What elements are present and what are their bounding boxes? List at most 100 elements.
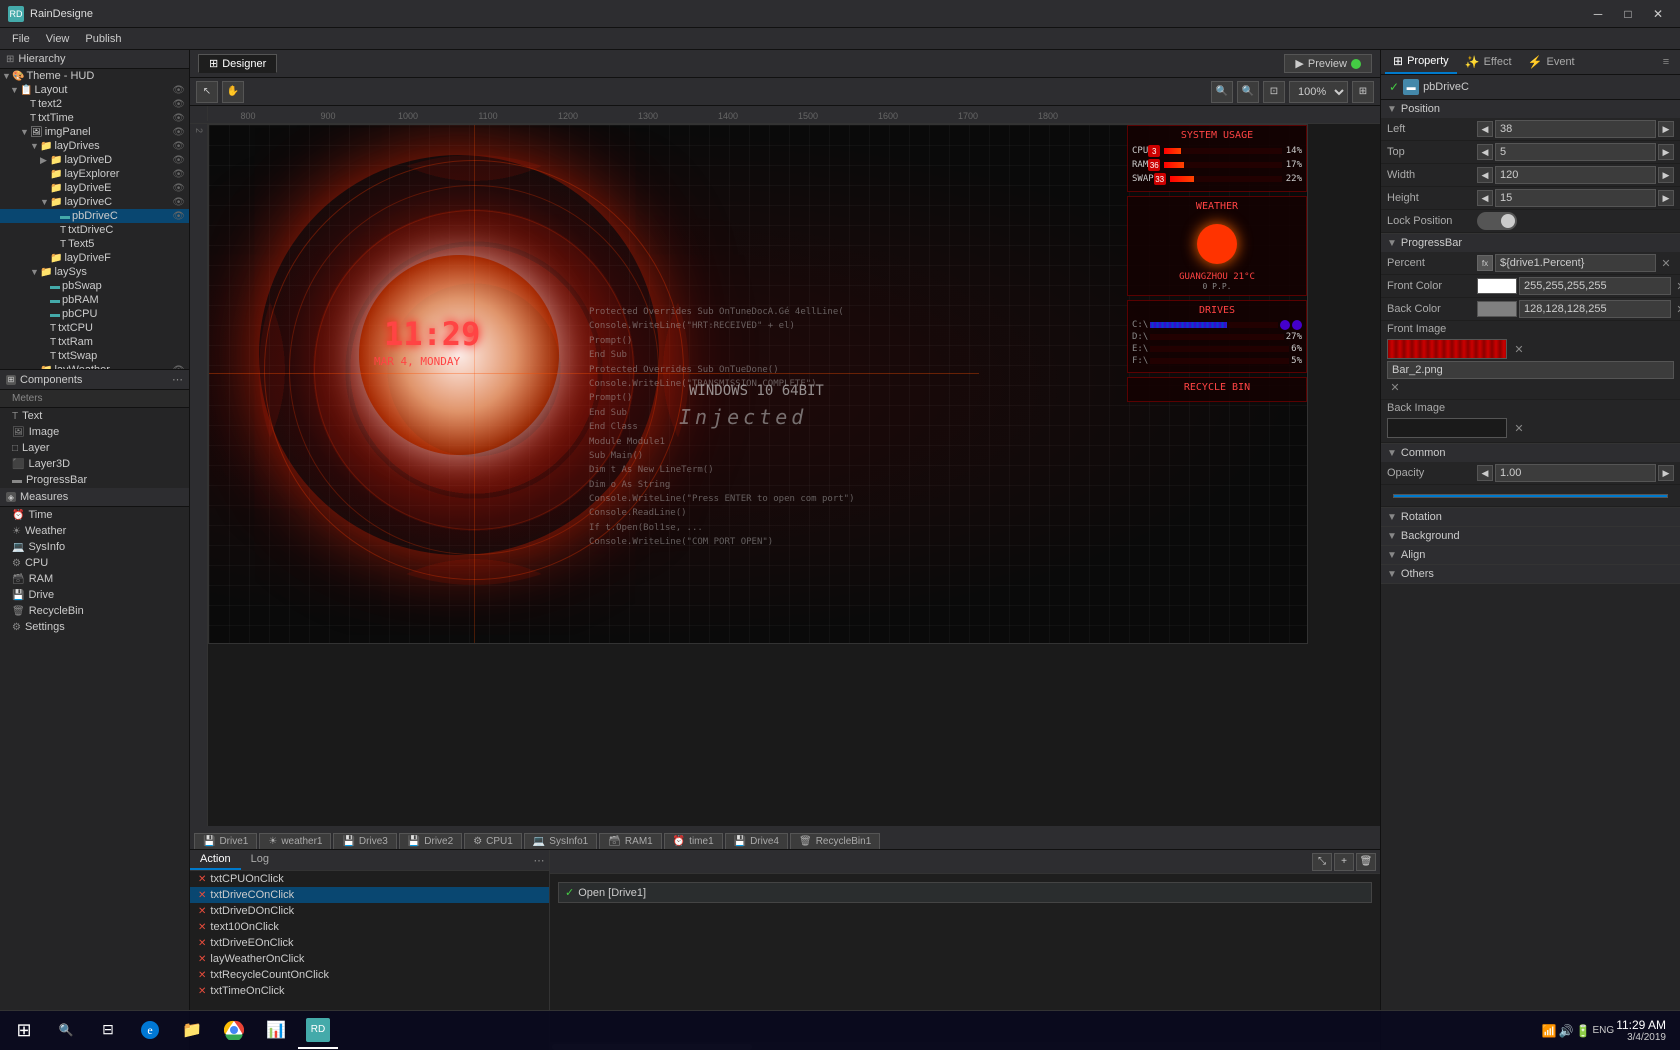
tree-laydrivec[interactable]: ▼ 📁 layDriveC 👁	[0, 195, 189, 209]
measure-cpu[interactable]: ⚙ CPU	[0, 555, 189, 571]
action-item-0[interactable]: ✕ txtCPUOnClick	[190, 871, 549, 887]
height-arrow-left[interactable]: ◀	[1477, 190, 1493, 206]
tree-pbcpu[interactable]: ▶ ▬ pbCPU	[0, 307, 189, 321]
taskbar-raindesigner[interactable]: RD	[298, 1013, 338, 1049]
zoom-in-btn[interactable]: 🔍	[1237, 81, 1259, 103]
tree-pbdrivec[interactable]: ▶ ▬ pbDriveC 👁	[0, 209, 189, 223]
file-tab-sysinfo1[interactable]: 💻 SysInfo1	[524, 833, 597, 849]
menu-dots[interactable]: ⋯	[172, 373, 183, 386]
meters-section-header[interactable]: Meters	[0, 390, 189, 408]
action-menu-btn[interactable]: ⋯	[529, 850, 549, 870]
action-item-2[interactable]: ✕ txtDriveDOnClick	[190, 903, 549, 919]
back-image-clear[interactable]: ✕	[1511, 420, 1527, 436]
action-tab-log[interactable]: Log	[241, 850, 279, 870]
show-desktop[interactable]	[1668, 1013, 1676, 1049]
action-item-1[interactable]: ✕ txtDriveCOnClick	[190, 887, 549, 903]
file-tab-ram1[interactable]: 🗃 RAM1	[599, 833, 662, 849]
eye-icon[interactable]: 👁	[172, 155, 185, 166]
back-color-input[interactable]	[1519, 300, 1671, 318]
add-btn[interactable]: +	[1334, 853, 1354, 871]
close-button[interactable]: ✕	[1644, 4, 1672, 24]
tree-laysys[interactable]: ▼ 📁 laySys	[0, 265, 189, 279]
measure-time[interactable]: ⏰ Time	[0, 507, 189, 523]
tree-text2[interactable]: ▶ T text2 👁	[0, 97, 189, 111]
eye-icon[interactable]: 👁	[172, 99, 185, 110]
tree-pbram[interactable]: ▶ ▬ pbRAM	[0, 293, 189, 307]
back-color-clear[interactable]: ✕	[1673, 301, 1680, 317]
start-button[interactable]: ⊞	[4, 1013, 44, 1049]
prop-tab-effect[interactable]: ✨ Effect	[1457, 50, 1520, 74]
file-tab-drive3[interactable]: 💾 Drive3	[333, 833, 396, 849]
select-tool[interactable]: ↖	[196, 81, 218, 103]
measure-recyclebin[interactable]: 🗑 RecycleBin	[0, 603, 189, 619]
action-item-4[interactable]: ✕ txtDriveEOnClick	[190, 935, 549, 951]
front-color-swatch[interactable]	[1477, 278, 1517, 294]
common-section-header[interactable]: ▼ Common	[1381, 444, 1680, 462]
taskbar-edge[interactable]: e	[130, 1013, 170, 1049]
file-tab-drive2[interactable]: 💾 Drive2	[399, 833, 462, 849]
measure-weather[interactable]: ☀ Weather	[0, 523, 189, 539]
width-input[interactable]	[1495, 166, 1656, 184]
eye-icon[interactable]: 👁	[172, 365, 185, 370]
settings-item[interactable]: ⚙ Settings	[0, 619, 189, 635]
background-section-header[interactable]: ▼ Background	[1381, 527, 1680, 545]
left-arrow-left[interactable]: ◀	[1477, 121, 1493, 137]
menu-publish[interactable]: Publish	[77, 31, 129, 47]
width-arrow-left[interactable]: ◀	[1477, 167, 1493, 183]
action-item-7[interactable]: ✕ txtTimeOnClick	[190, 983, 549, 999]
tree-txttime[interactable]: ▶ T txtTime 👁	[0, 111, 189, 125]
front-color-input[interactable]	[1519, 277, 1671, 295]
eye-icon[interactable]: 👁	[172, 183, 185, 194]
tree-layweather[interactable]: ▶ 📁 layWeather 👁	[0, 363, 189, 369]
eye-icon[interactable]: 👁	[172, 127, 185, 138]
lock-toggle[interactable]	[1477, 212, 1517, 230]
top-input[interactable]	[1495, 143, 1656, 161]
expand-btn[interactable]: ⤡	[1312, 853, 1332, 871]
left-input[interactable]	[1495, 120, 1656, 138]
canvas-container[interactable]: 2 3 4 5 6 7	[190, 124, 1380, 826]
canvas-area[interactable]: 800 900 1000 1100 1200 1300 1400 1500 16…	[190, 106, 1380, 826]
prop-tab-property[interactable]: ⊞ Property	[1385, 50, 1457, 74]
tree-layexplorer[interactable]: ▶ 📁 layExplorer 👁	[0, 167, 189, 181]
tray-volume[interactable]: 🔊	[1559, 1024, 1574, 1038]
taskbar-folder[interactable]: 📁	[172, 1013, 212, 1049]
taskbar-cortana[interactable]: 🔍	[46, 1013, 86, 1049]
tray-battery[interactable]: 🔋	[1576, 1024, 1591, 1038]
percent-clear[interactable]: ✕	[1658, 255, 1674, 271]
opacity-input[interactable]	[1495, 464, 1656, 482]
top-arrow-right[interactable]: ▶	[1658, 144, 1674, 160]
tree-pbswap[interactable]: ▶ ▬ pbSwap	[0, 279, 189, 293]
tree-txtcpu[interactable]: ▶ T txtCPU	[0, 321, 189, 335]
preview-button[interactable]: ▶ Preview	[1284, 54, 1372, 73]
action-item-6[interactable]: ✕ txtRecycleCountOnClick	[190, 967, 549, 983]
eye-icon[interactable]: 👁	[172, 211, 185, 222]
percent-input[interactable]	[1495, 254, 1656, 272]
height-input[interactable]	[1495, 189, 1656, 207]
tree-laydrivee[interactable]: ▶ 📁 layDriveE 👁	[0, 181, 189, 195]
taskbar-chrome[interactable]	[214, 1013, 254, 1049]
taskbar-explorer2[interactable]: 📊	[256, 1013, 296, 1049]
front-color-clear[interactable]: ✕	[1673, 278, 1680, 294]
comp-layer3d[interactable]: ⬛ Layer3D	[0, 456, 189, 472]
others-section-header[interactable]: ▼ Others	[1381, 565, 1680, 583]
prop-menu-btn[interactable]: ≡	[1656, 50, 1676, 74]
tray-lang[interactable]: ENG	[1593, 1025, 1615, 1036]
comp-progressbar[interactable]: ▬ ProgressBar	[0, 472, 189, 488]
left-arrow-right[interactable]: ▶	[1658, 121, 1674, 137]
height-arrow-right[interactable]: ▶	[1658, 190, 1674, 206]
position-section-header[interactable]: ▼ Position	[1381, 100, 1680, 118]
back-color-swatch[interactable]	[1477, 301, 1517, 317]
file-tab-drive1[interactable]: 💾 Drive1	[194, 833, 257, 849]
prop-tab-event[interactable]: ⚡ Event	[1520, 50, 1583, 74]
opacity-arrow-right[interactable]: ▶	[1658, 465, 1674, 481]
front-image-file-clear[interactable]: ✕	[1387, 379, 1403, 395]
file-tab-recyclebin1[interactable]: 🗑 RecycleBin1	[790, 833, 880, 849]
back-image-preview[interactable]	[1387, 418, 1507, 438]
file-tab-time1[interactable]: ⏰ time1	[664, 833, 723, 849]
delete-btn[interactable]: 🗑	[1356, 853, 1376, 871]
taskbar-taskview[interactable]: ⊟	[88, 1013, 128, 1049]
measures-header[interactable]: ◈ Measures	[0, 488, 189, 507]
comp-text[interactable]: T Text	[0, 408, 189, 424]
eye-icon[interactable]: 👁	[172, 141, 185, 152]
move-tool[interactable]: ✋	[222, 81, 244, 103]
